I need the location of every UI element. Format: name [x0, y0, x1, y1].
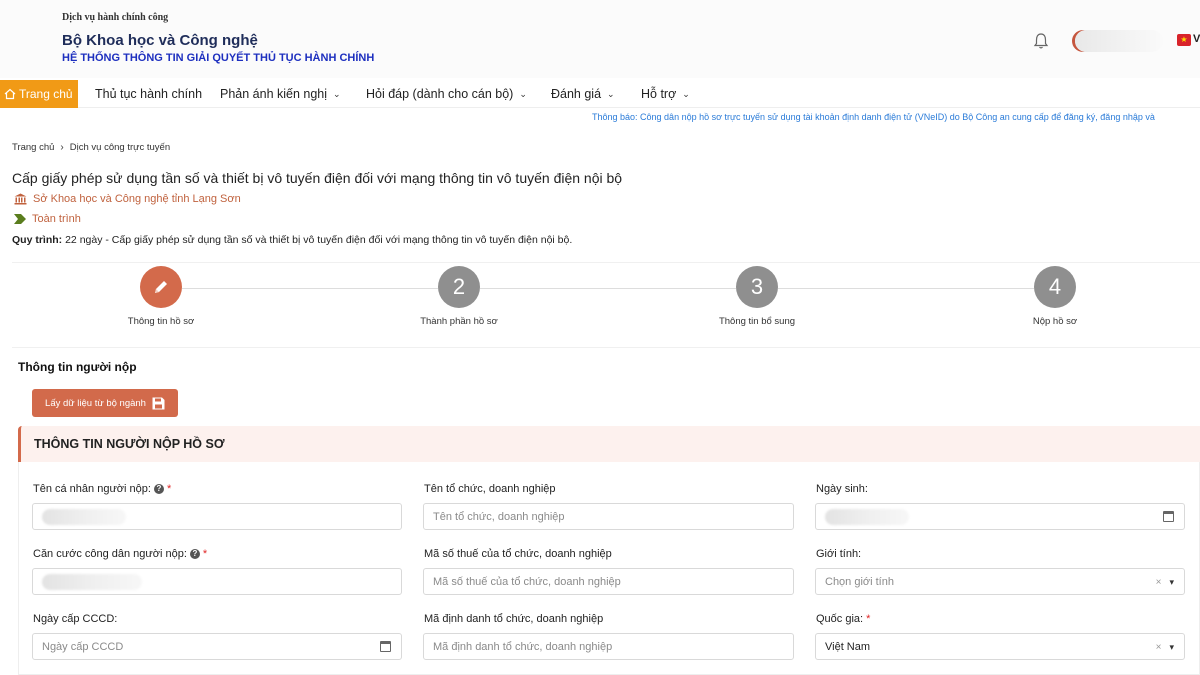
- step-1[interactable]: Thông tin hồ sơ: [86, 266, 236, 327]
- dob-input[interactable]: [815, 503, 1185, 530]
- step-3-label: Thông tin bổ sung: [718, 316, 796, 327]
- country-value: Việt Nam: [825, 640, 871, 653]
- redacted-value: [825, 508, 909, 525]
- step-2-number: 2: [438, 266, 480, 308]
- language-label[interactable]: V: [1193, 33, 1200, 45]
- site-header: Dịch vụ hành chính công Bộ Khoa học và C…: [0, 0, 1200, 78]
- dropdown-arrow-icon[interactable]: ▾: [1169, 577, 1174, 588]
- org-identifier-input[interactable]: Mã định danh tổ chức, doanh nghiệp: [423, 633, 794, 660]
- citizen-id-label: Căn cước công dân người nộp: ? *: [33, 548, 207, 560]
- header-kicker: Dịch vụ hành chính công: [62, 12, 169, 23]
- applicant-name-label: Tên cá nhân người nộp: ? *: [33, 483, 171, 495]
- id-issue-date-placeholder: Ngày cấp CCCD: [42, 640, 124, 653]
- section-heading: Thông tin người nộp: [18, 360, 137, 374]
- org-name-input[interactable]: Tên tổ chức, doanh nghiệp: [423, 503, 794, 530]
- redacted-value: [42, 508, 126, 525]
- step-3[interactable]: 3 Thông tin bổ sung: [682, 266, 832, 327]
- bell-icon[interactable]: [1033, 32, 1049, 50]
- process-line: Quy trình: 22 ngày - Cấp giấy phép sử dụ…: [12, 234, 572, 246]
- chevron-down-icon: ⌄: [682, 88, 690, 99]
- step-4-number: 4: [1034, 266, 1076, 308]
- country-label: Quốc gia: *: [816, 613, 870, 625]
- redacted-value: [42, 573, 142, 590]
- tax-code-input[interactable]: Mã số thuế của tổ chức, doanh nghiệp: [423, 568, 794, 595]
- org-name-placeholder: Tên tổ chức, doanh nghiệp: [433, 510, 565, 523]
- calendar-icon[interactable]: [380, 641, 391, 652]
- step-2[interactable]: 2 Thành phần hồ sơ: [384, 266, 534, 327]
- step-2-label: Thành phần hồ sơ: [420, 316, 498, 327]
- help-icon[interactable]: ?: [153, 484, 164, 494]
- nav-qa-label: Hỏi đáp (dành cho cán bộ): [366, 87, 514, 101]
- nav-procedures-label: Thủ tục hành chính: [95, 87, 203, 101]
- country-label-text: Quốc gia:: [816, 613, 864, 625]
- fetch-data-button[interactable]: Lấy dữ liệu từ bộ ngành: [32, 389, 178, 417]
- tax-code-label: Mã số thuế của tổ chức, doanh nghiệp: [424, 548, 612, 560]
- chevron-right-icon: ›: [60, 142, 64, 153]
- save-icon: [152, 397, 165, 409]
- help-icon[interactable]: ?: [189, 549, 200, 559]
- id-issue-date-label: Ngày cấp CCCD:: [33, 613, 118, 625]
- nav-home[interactable]: Trang chủ: [0, 80, 78, 108]
- nav-qa[interactable]: Hỏi đáp (dành cho cán bộ) ⌄: [366, 80, 527, 108]
- applicant-name-input[interactable]: [32, 503, 402, 530]
- process-text: 22 ngày - Cấp giấy phép sử dụng tần số v…: [65, 234, 573, 246]
- chevron-down-icon: ⌄: [607, 88, 615, 99]
- system-name[interactable]: HỆ THỐNG THÔNG TIN GIẢI QUYẾT THỦ TỤC HÀ…: [62, 52, 374, 64]
- calendar-icon[interactable]: [1163, 511, 1174, 522]
- org-identifier-label: Mã định danh tổ chức, doanh nghiệp: [424, 613, 604, 625]
- chevron-down-icon: ⌄: [333, 88, 341, 99]
- org-name-label: Tên tổ chức, doanh nghiệp: [424, 483, 556, 495]
- required-mark: *: [202, 548, 208, 560]
- home-icon: [4, 88, 16, 100]
- scope-line: Toàn trình: [14, 213, 81, 225]
- pencil-icon: [140, 266, 182, 308]
- agency-line: Sở Khoa học và Công nghệ tỉnh Lạng Sơn: [14, 193, 241, 205]
- nav-feedback-label: Phản ánh kiến nghị: [220, 87, 328, 101]
- step-4[interactable]: 4 Nộp hồ sơ: [980, 266, 1130, 327]
- org-identifier-placeholder: Mã định danh tổ chức, doanh nghiệp: [433, 640, 613, 653]
- clear-icon[interactable]: ×: [1156, 642, 1162, 653]
- breadcrumb-home[interactable]: Trang chủ: [12, 142, 54, 153]
- dropdown-arrow-icon[interactable]: ▾: [1169, 642, 1174, 653]
- gender-select[interactable]: Chọn giới tính × ▾: [815, 568, 1185, 595]
- citizen-id-input[interactable]: [32, 568, 402, 595]
- nav-procedures[interactable]: Thủ tục hành chính: [95, 80, 202, 108]
- chevron-down-icon: ⌄: [519, 88, 527, 99]
- required-mark: *: [166, 483, 172, 495]
- dob-label: Ngày sinh:: [816, 483, 868, 495]
- id-issue-date-input[interactable]: Ngày cấp CCCD: [32, 633, 402, 660]
- required-mark: *: [866, 613, 871, 625]
- arrow-right-icon: [14, 214, 26, 224]
- nav-support[interactable]: Hỗ trợ ⌄: [641, 80, 690, 108]
- gender-label: Giới tính:: [816, 548, 862, 560]
- card-title: THÔNG TIN NGƯỜI NỘP HỒ SƠ: [34, 437, 225, 451]
- clear-icon[interactable]: ×: [1156, 577, 1162, 588]
- applicant-name-label-text: Tên cá nhân người nộp:: [33, 483, 151, 495]
- nav-support-label: Hỗ trợ: [641, 87, 677, 101]
- breadcrumb: Trang chủ › Dịch vụ công trực tuyến: [12, 142, 170, 153]
- institution-icon: [14, 193, 27, 205]
- scope-label: Toàn trình: [32, 213, 81, 225]
- main-nav: Trang chủ Thủ tục hành chính Phản ánh ki…: [0, 80, 1200, 108]
- nav-feedback[interactable]: Phản ánh kiến nghị ⌄: [220, 80, 341, 108]
- notice-marquee[interactable]: Thông báo: Công dân nộp hồ sơ trực tuyến…: [592, 112, 1155, 122]
- tax-code-placeholder: Mã số thuế của tổ chức, doanh nghiệp: [433, 575, 621, 588]
- nav-rating[interactable]: Đánh giá ⌄: [551, 80, 615, 108]
- step-1-label: Thông tin hồ sơ: [127, 316, 195, 327]
- user-account-menu[interactable]: [1075, 30, 1163, 52]
- vietnam-flag-icon[interactable]: ★: [1177, 34, 1191, 46]
- nav-home-label: Trang chủ: [19, 87, 73, 101]
- page-title: Cấp giấy phép sử dụng tần số và thiết bị…: [12, 170, 623, 186]
- breadcrumb-current: Dịch vụ công trực tuyến: [69, 142, 171, 153]
- step-4-label: Nộp hồ sơ: [1032, 316, 1078, 327]
- fetch-data-label: Lấy dữ liệu từ bộ ngành: [45, 397, 146, 409]
- nav-rating-label: Đánh giá: [551, 87, 602, 101]
- ministry-name[interactable]: Bộ Khoa học và Công nghệ: [62, 32, 258, 49]
- step-3-number: 3: [736, 266, 778, 308]
- citizen-id-label-text: Căn cước công dân người nộp:: [33, 548, 187, 560]
- country-select[interactable]: Việt Nam × ▾: [815, 633, 1185, 660]
- agency-name: Sở Khoa học và Công nghệ tỉnh Lạng Sơn: [33, 193, 241, 205]
- process-label: Quy trình:: [12, 234, 63, 246]
- gender-placeholder: Chọn giới tính: [825, 575, 894, 588]
